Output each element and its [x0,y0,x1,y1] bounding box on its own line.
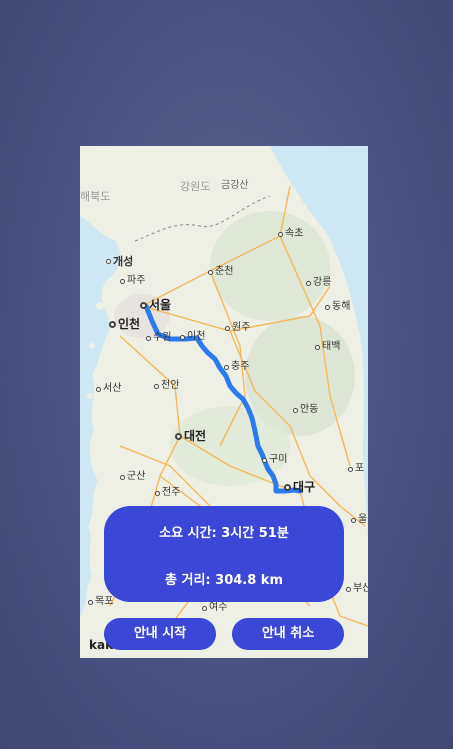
city-label: 서울 [149,298,172,312]
city-label: 구미 [269,454,288,465]
city-label: 대전 [184,429,207,443]
start-navigation-button[interactable]: 안내 시작 [104,618,216,650]
city-label: 포 [355,463,365,474]
travel-time-text: 소요 시간: 3시간 51분 [159,526,289,541]
city-dot-icon [284,483,291,491]
city-label: 전주 [162,487,181,498]
city-dot-icon [325,304,330,310]
city-label: 개성 [113,255,134,268]
city-label: 울 [358,514,368,525]
city-marker[interactable]: 속초 [278,229,303,239]
city-marker[interactable]: 개성 [106,256,133,267]
city-marker[interactable]: 수원 [146,333,171,343]
city-marker[interactable]: 울 [351,515,367,525]
city-marker[interactable]: 강릉 [306,278,331,288]
city-label: 강릉 [313,277,332,288]
travel-distance-text: 총 거리: 304.8 km [165,573,283,588]
city-dot-icon [224,364,229,370]
city-marker[interactable]: 포 [348,464,364,474]
city-marker[interactable]: 파주 [120,276,145,286]
city-label: 서산 [103,383,122,394]
city-dot-icon [202,605,207,611]
city-dot-icon [278,231,283,237]
city-label: 수원 [153,332,172,343]
city-marker[interactable]: 서울 [140,299,171,311]
city-label: 태백 [322,341,341,352]
city-dot-icon [88,599,93,605]
region-label: 해북도 [80,190,111,203]
city-dot-icon [306,280,311,286]
city-marker[interactable]: 여수 [202,603,227,613]
route-info-panel: 소요 시간: 3시간 51분 총 거리: 304.8 km [104,506,344,602]
city-marker[interactable]: 태백 [315,342,340,352]
city-label: 대구 [293,480,316,494]
city-label: 목포 [95,596,114,607]
city-dot-icon [180,334,185,340]
city-dot-icon [146,335,151,341]
city-marker[interactable]: 전주 [155,488,180,498]
city-label: 원주 [232,322,251,333]
region-label: 강원도 [180,180,211,193]
city-dot-icon [155,490,160,496]
city-marker[interactable]: 안동 [293,405,318,415]
city-marker[interactable]: 목포 [88,597,113,607]
city-label: 충주 [231,361,250,372]
city-label: 파주 [127,275,146,286]
region-label: 금강산 [221,180,249,191]
cancel-navigation-button[interactable]: 안내 취소 [232,618,344,650]
city-dot-icon [208,269,213,275]
city-dot-icon [315,344,320,350]
city-dot-icon [348,466,353,472]
city-marker[interactable]: 충주 [224,362,249,372]
city-dot-icon [154,383,159,389]
city-marker[interactable]: 부산 [346,584,368,594]
city-label: 인천 [118,317,141,331]
city-label: 부산 [353,583,368,594]
city-dot-icon [351,517,356,523]
city-label: 속초 [285,228,304,239]
city-marker[interactable]: 인천 [109,318,140,330]
city-dot-icon [262,457,267,463]
city-dot-icon [140,301,147,309]
city-dot-icon [120,278,125,284]
city-label: 이천 [187,331,206,342]
city-label: 동해 [332,301,351,312]
city-label: 안동 [300,404,319,415]
city-label: 춘천 [215,266,234,277]
city-label: 군산 [127,471,146,482]
city-marker[interactable]: 대전 [175,430,206,442]
city-dot-icon [225,325,230,331]
city-marker[interactable]: 서산 [96,384,121,394]
city-marker[interactable]: 구미 [262,455,287,465]
city-marker[interactable]: 원주 [225,323,250,333]
city-marker[interactable]: 이천 [180,332,205,342]
city-dot-icon [175,432,182,440]
city-dot-icon [106,259,111,264]
city-marker[interactable]: 동해 [325,302,350,312]
city-dot-icon [96,386,101,392]
city-dot-icon [293,407,298,413]
city-marker[interactable]: 군산 [120,472,145,482]
city-marker[interactable]: 춘천 [208,267,233,277]
city-dot-icon [346,586,351,592]
city-label: 천안 [161,380,180,391]
city-dot-icon [109,320,116,328]
city-marker[interactable]: 대구 [284,481,315,493]
city-label: 여수 [209,602,228,613]
city-marker[interactable]: 천안 [154,381,179,391]
city-dot-icon [120,474,125,480]
